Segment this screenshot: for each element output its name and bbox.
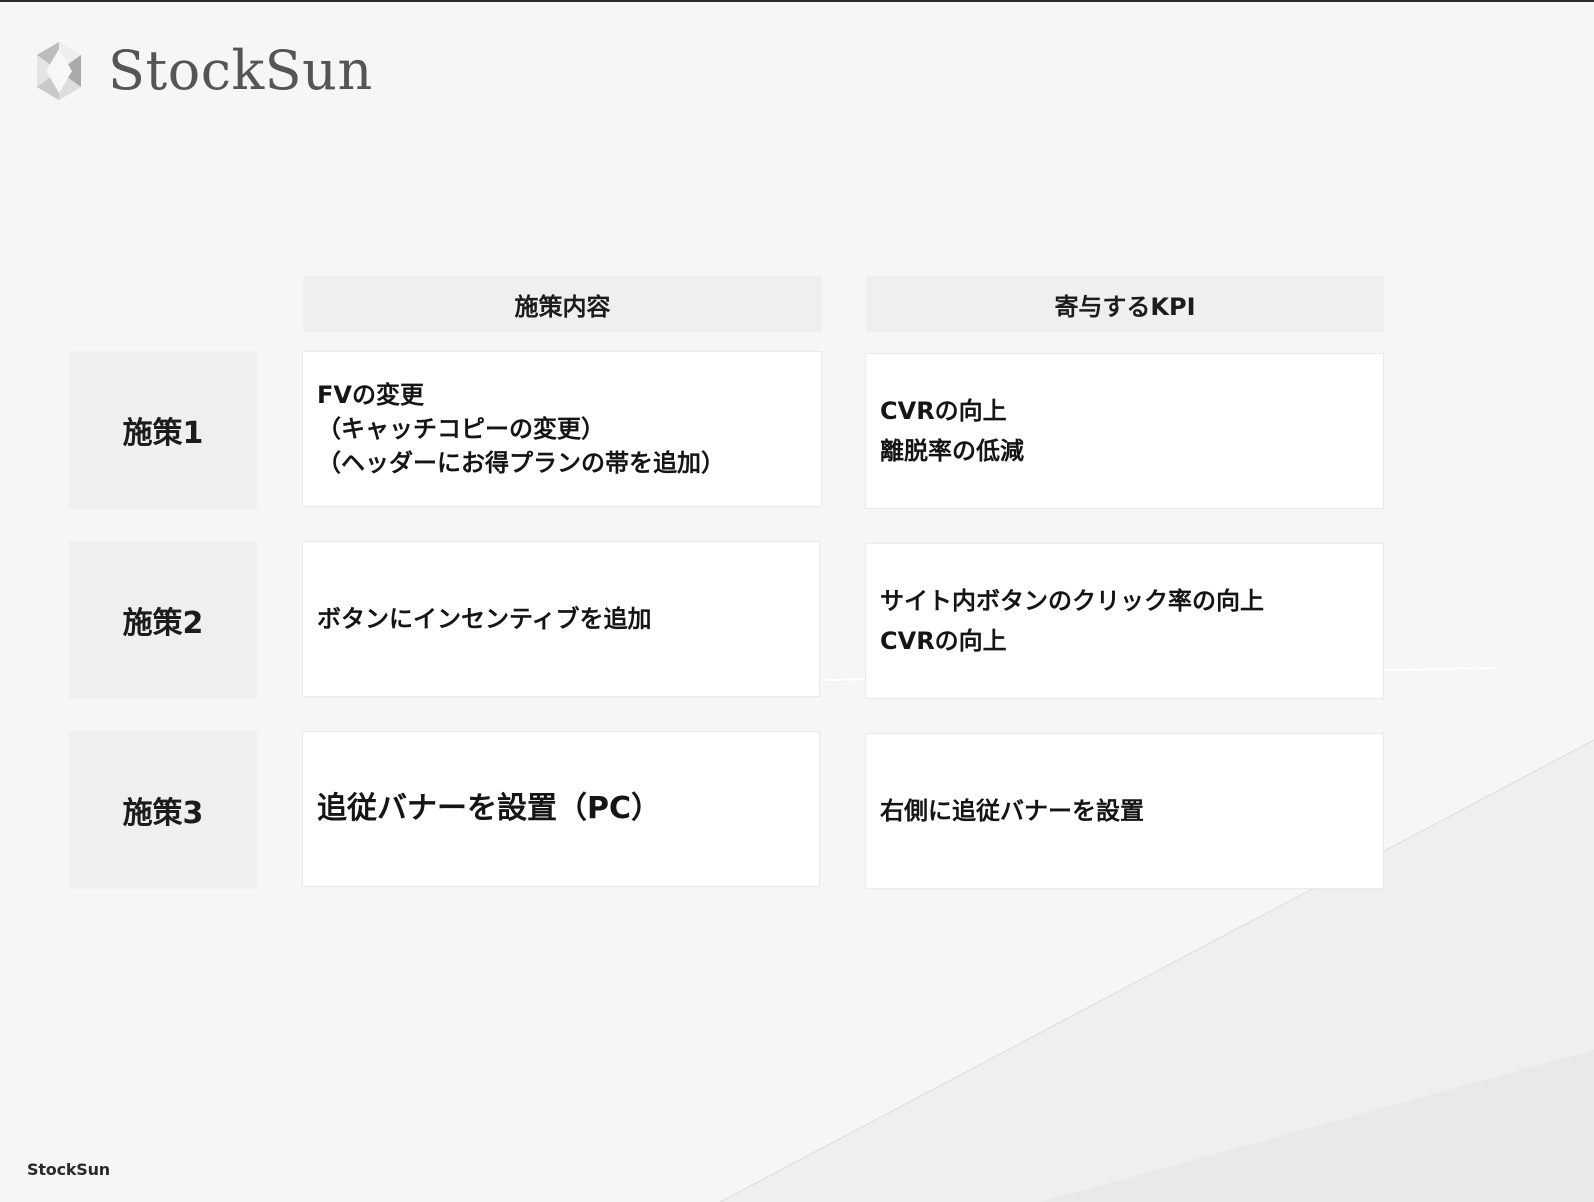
- kpi-line: CVRの向上: [880, 397, 1007, 425]
- footer-brand: StockSun: [27, 1160, 110, 1179]
- content-line: （キャッチコピーの変更）: [317, 415, 605, 443]
- content-line: （ヘッダーにお得プランの帯を追加）: [317, 449, 725, 477]
- kpi-line: サイト内ボタンのクリック率の向上: [880, 587, 1264, 615]
- content-cell-3: 追従バナーを設置（PC）: [302, 731, 820, 887]
- kpi-cell-2: サイト内ボタンのクリック率の向上 CVRの向上: [865, 543, 1384, 699]
- kpi-line: 右側に追従バナーを設置: [880, 797, 1144, 825]
- brand-logo: StockSun: [36, 40, 373, 102]
- row-label-2: 施策2: [69, 541, 257, 699]
- row-label-1: 施策1: [69, 351, 257, 509]
- row-label-3: 施策3: [69, 731, 257, 889]
- column-header-kpi: 寄与するKPI: [866, 276, 1384, 332]
- content-cell-2: ボタンにインセンティブを追加: [302, 541, 820, 697]
- content-line: FVの変更: [317, 381, 424, 409]
- brand-logo-text: StockSun: [108, 39, 373, 102]
- kpi-line: CVRの向上: [880, 627, 1007, 655]
- content-cell-1: FVの変更 （キャッチコピーの変更） （ヘッダーにお得プランの帯を追加）: [302, 351, 822, 507]
- content-line: 追従バナーを設置（PC）: [317, 791, 662, 826]
- kpi-line: 離脱率の低減: [880, 437, 1024, 465]
- kpi-cell-1: CVRの向上 離脱率の低減: [865, 353, 1384, 509]
- hexagon-crystal-icon: [37, 42, 81, 100]
- kpi-cell-3: 右側に追従バナーを設置: [865, 733, 1384, 889]
- column-header-content: 施策内容: [303, 276, 822, 332]
- content-line: ボタンにインセンティブを追加: [317, 605, 652, 633]
